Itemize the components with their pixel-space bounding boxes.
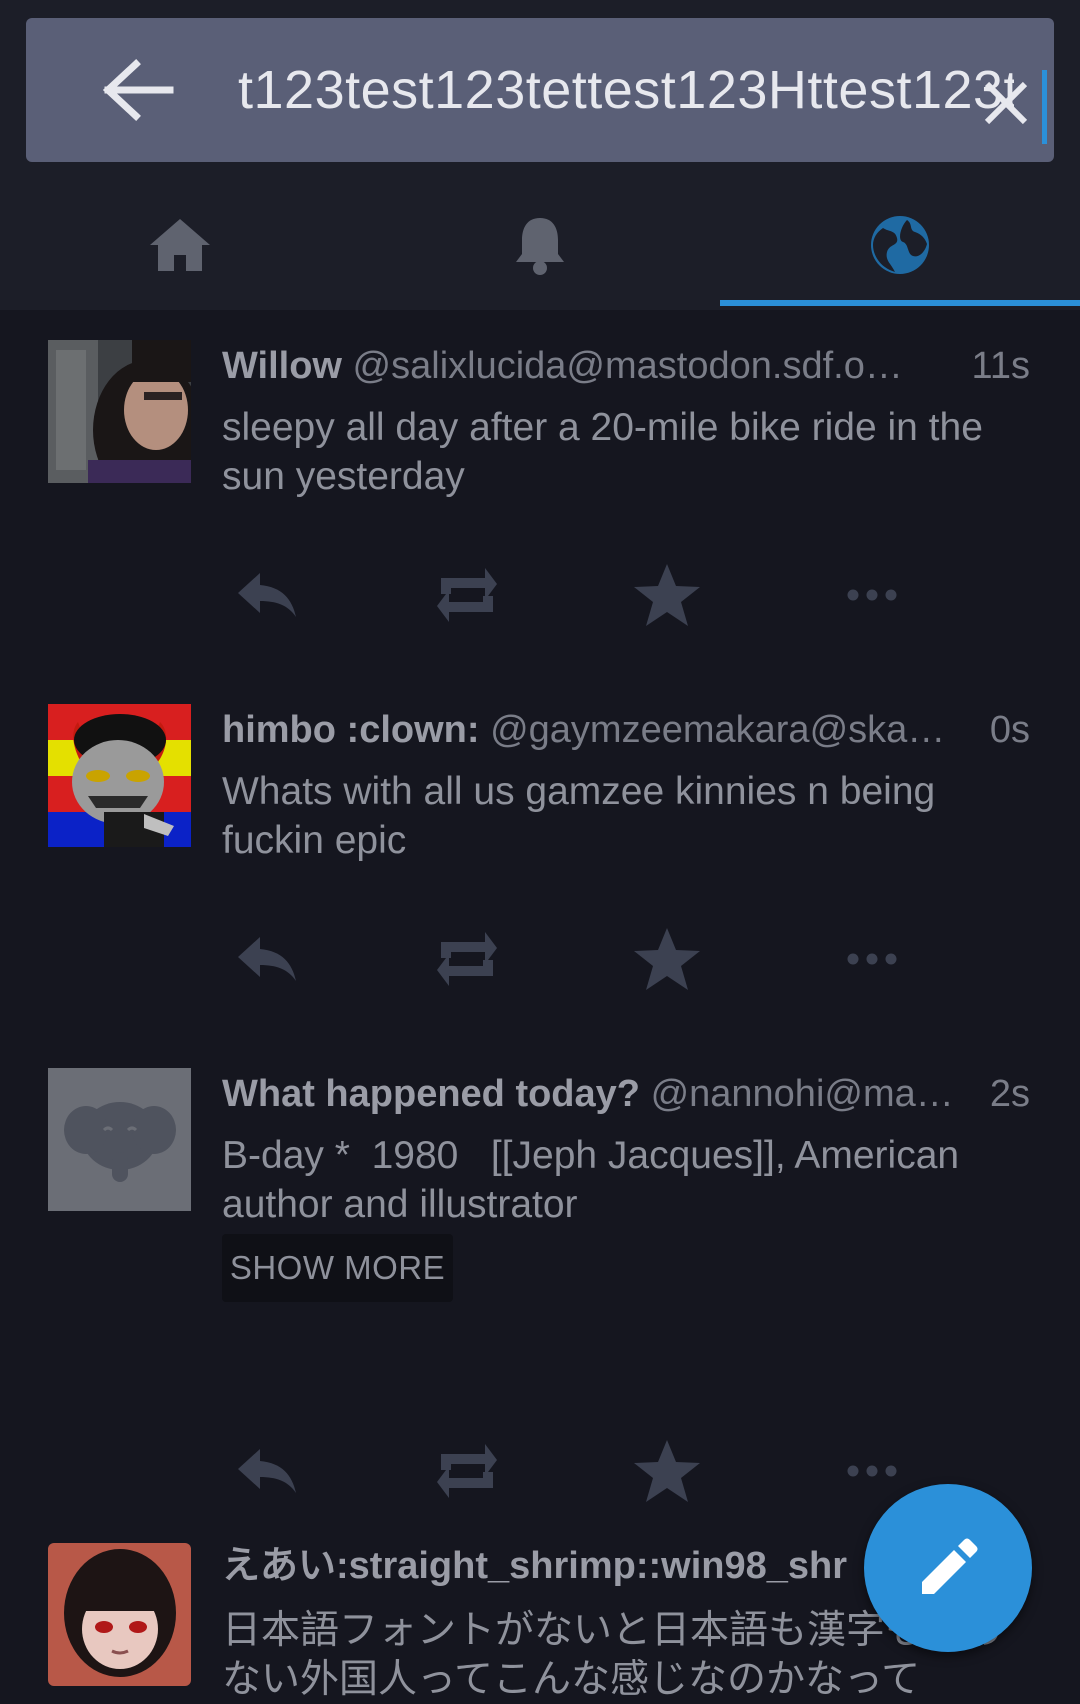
reply-icon (238, 573, 296, 617)
favourite-icon (634, 1440, 700, 1502)
status-item[interactable]: himbo :clown: @gaymzeemakara@ska… 0s Wha… (0, 704, 1080, 1029)
reply-button[interactable] (222, 555, 312, 635)
top-bar: t123test123tettest123Httest123test123 (0, 0, 1080, 310)
boost-button[interactable] (422, 919, 512, 999)
boost-button[interactable] (422, 1431, 512, 1511)
bell-icon (516, 218, 564, 275)
reply-button[interactable] (222, 1431, 312, 1511)
tab-federated[interactable] (720, 185, 1080, 305)
account-handle[interactable]: @salixlucida@mastodon.sdf.o… (353, 345, 903, 387)
status-actions (222, 555, 922, 635)
status-item[interactable]: What happened today? @nannohi@ma… 2s B-d… (0, 1068, 1080, 1502)
compose-button[interactable] (864, 1484, 1032, 1652)
more-button[interactable] (827, 919, 917, 999)
favourite-button[interactable] (622, 555, 712, 635)
more-icon (847, 1465, 897, 1477)
status-content: sleepy all day after a 20-mile bike ride… (222, 406, 983, 498)
favourite-button[interactable] (622, 1431, 712, 1511)
more-icon (847, 589, 897, 601)
globe-icon (871, 216, 929, 274)
avatar[interactable] (48, 1543, 191, 1686)
avatar[interactable] (48, 1068, 191, 1211)
search-bar[interactable]: t123test123tettest123Httest123test123 (26, 18, 1054, 162)
status-item[interactable]: Willow @salixlucida@mastodon.sdf.o… 11s … (0, 340, 1080, 665)
reply-button[interactable] (222, 919, 312, 999)
status-actions (222, 919, 922, 999)
account-handle[interactable]: @nannohi@ma… (651, 1073, 954, 1115)
status-header: Willow @salixlucida@mastodon.sdf.o… 11s (222, 340, 1030, 392)
reply-icon (238, 937, 296, 981)
timestamp: 2s (985, 1068, 1030, 1120)
display-name[interactable]: himbo :clown: (222, 709, 480, 751)
tab-home[interactable] (0, 185, 360, 305)
avatar[interactable] (48, 340, 191, 483)
account-handle[interactable]: @gaymzeemakara@ska… (490, 709, 945, 751)
avatar[interactable] (48, 704, 191, 847)
favourite-button[interactable] (622, 919, 712, 999)
active-tab-indicator (720, 300, 1080, 306)
home-icon (150, 219, 210, 271)
favourite-icon (634, 564, 700, 626)
clear-search-button[interactable] (981, 78, 1031, 128)
text-cursor (1042, 70, 1047, 144)
tab-bar (0, 185, 1080, 310)
back-button[interactable] (96, 58, 176, 122)
status-content: B-day * 1980 [[Jeph Jacques]], American … (222, 1134, 970, 1226)
display-name[interactable]: What happened today? (222, 1073, 640, 1115)
status-header: えあい:straight_shrimp::win98_shr (222, 1540, 872, 1592)
close-icon (984, 81, 1028, 125)
tab-notifications[interactable] (360, 185, 720, 305)
boost-icon (437, 1444, 497, 1498)
arrow-left-icon (102, 59, 174, 121)
search-input[interactable]: t123test123tettest123Httest123test123 (238, 50, 1014, 130)
status-header: What happened today? @nannohi@ma… 2s (222, 1068, 1030, 1120)
pencil-icon (922, 1538, 978, 1594)
timestamp: 11s (967, 340, 1030, 392)
timestamp: 0s (985, 704, 1030, 756)
boost-button[interactable] (422, 555, 512, 635)
more-icon (847, 953, 897, 965)
display-name[interactable]: Willow (222, 345, 342, 387)
status-actions (222, 1431, 922, 1511)
status-content: Whats with all us gamzee kinnies n being… (222, 770, 936, 862)
more-button[interactable] (827, 555, 917, 635)
favourite-icon (634, 928, 700, 990)
status-header: himbo :clown: @gaymzeemakara@ska… 0s (222, 704, 1030, 756)
display-name[interactable]: えあい:straight_shrimp::win98_shr (222, 1545, 847, 1587)
show-more-button[interactable]: SHOW MORE (222, 1234, 453, 1302)
reply-icon (238, 1449, 296, 1493)
boost-icon (437, 568, 497, 622)
boost-icon (437, 932, 497, 986)
